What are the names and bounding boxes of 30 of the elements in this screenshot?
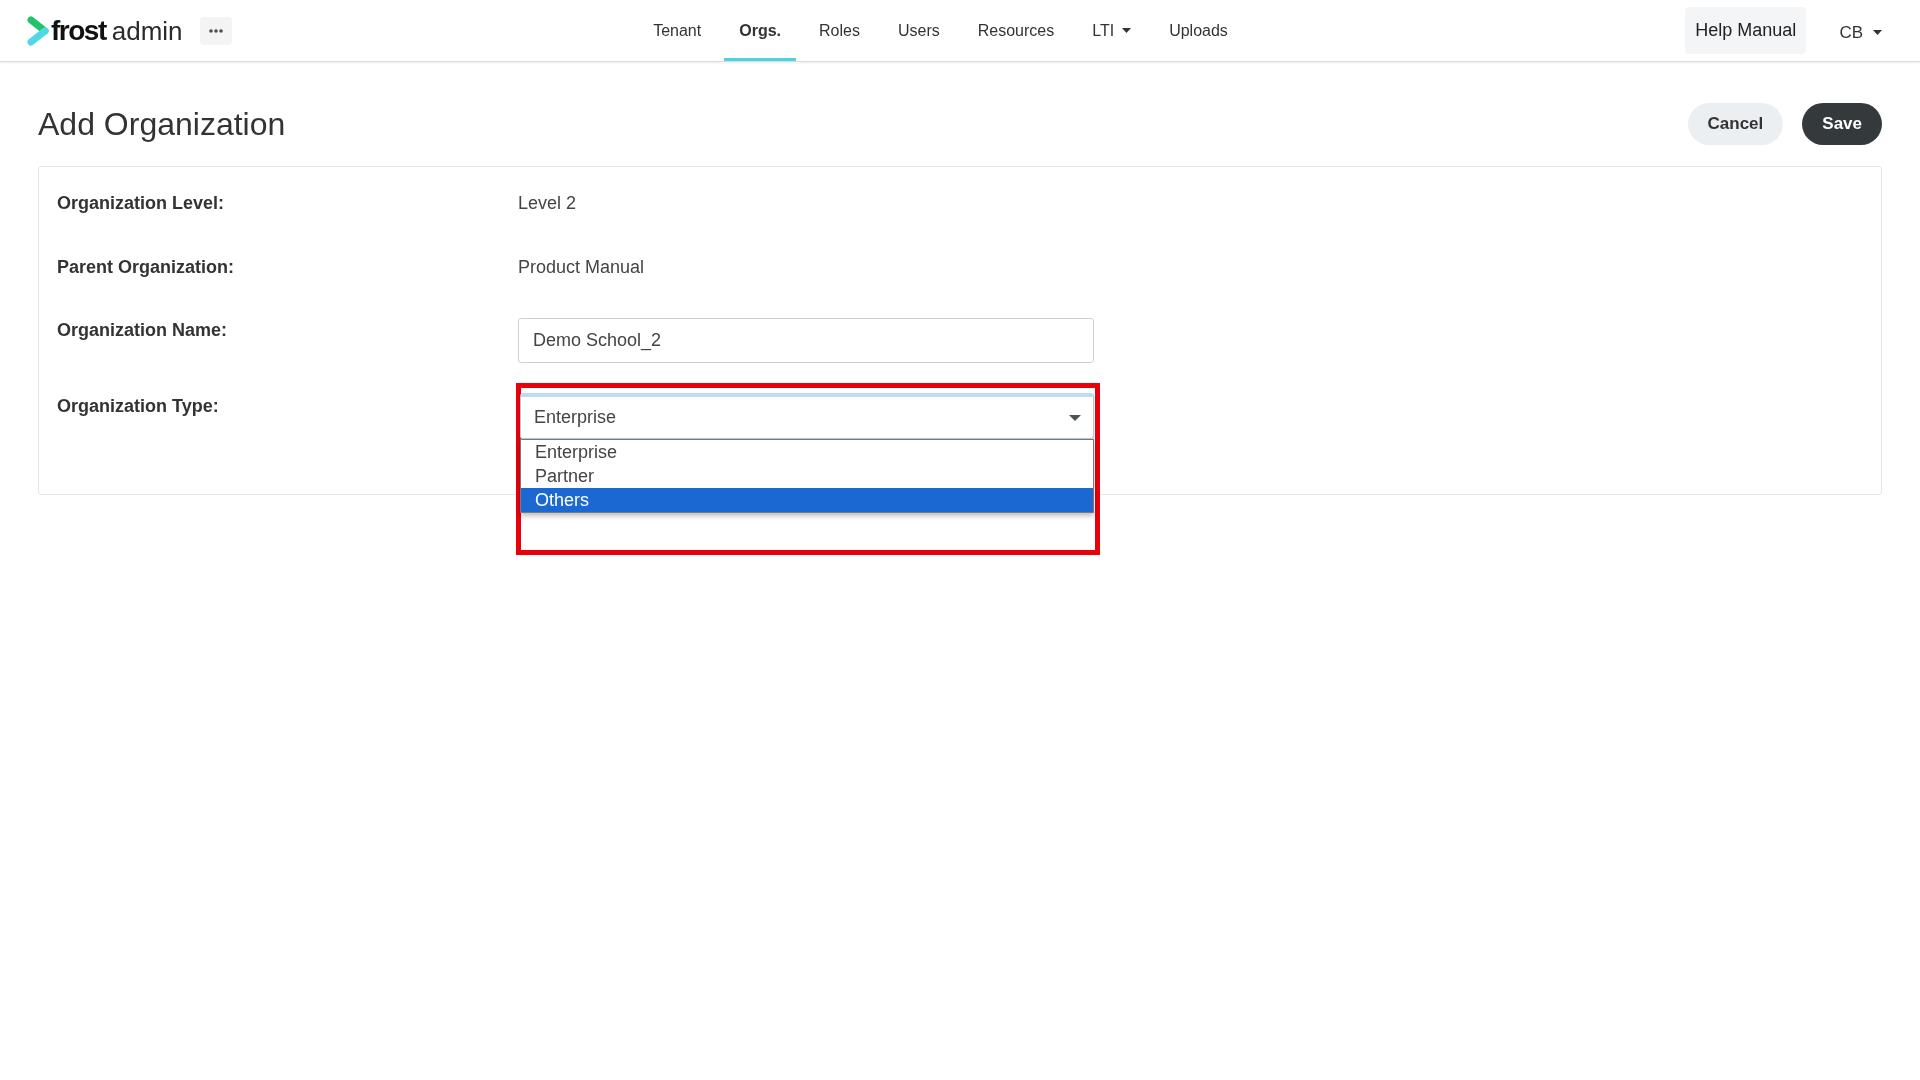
dropdown-option[interactable]: Enterprise: [521, 440, 1093, 464]
nav-tab[interactable]: Roles: [804, 0, 875, 61]
logo-icon: [27, 15, 49, 46]
user-menu-button[interactable]: CB: [1839, 18, 1882, 43]
save-button[interactable]: Save: [1802, 103, 1882, 145]
logo-text: frost: [51, 14, 106, 47]
caret-icon: [1873, 30, 1882, 35]
cancel-button[interactable]: Cancel: [1687, 103, 1784, 145]
field-value: Level 2: [518, 192, 578, 215]
help-manual-button[interactable]: Help Manual: [1685, 7, 1807, 54]
caret-icon: [1069, 414, 1081, 421]
field-label: Parent Organization:: [57, 255, 236, 279]
more-icon: [208, 28, 223, 33]
nav-tab[interactable]: LTI: [1077, 0, 1147, 61]
nav-tab[interactable]: Tenant: [638, 0, 717, 61]
field-label: Organization Level:: [57, 192, 226, 215]
logo-text: admin: [111, 14, 183, 47]
text-input[interactable]: Demo School_2: [518, 318, 1094, 363]
nav-tab[interactable]: Orgs.: [724, 0, 796, 61]
nav-tab[interactable]: Uploads: [1154, 0, 1243, 61]
select-field[interactable]: Enterprise: [520, 393, 1094, 439]
page-title: Add Organization: [38, 105, 286, 144]
more-button[interactable]: [199, 16, 232, 45]
field-value: Product Manual: [518, 255, 646, 279]
field-label: Organization Name:: [57, 319, 229, 342]
field-label: Organization Type:: [57, 395, 220, 418]
nav-tab[interactable]: Resources: [962, 0, 1070, 61]
dropdown-option[interactable]: Others: [521, 488, 1093, 512]
dropdown-option[interactable]: Partner: [521, 464, 1093, 488]
nav-tab[interactable]: Users: [882, 0, 955, 61]
